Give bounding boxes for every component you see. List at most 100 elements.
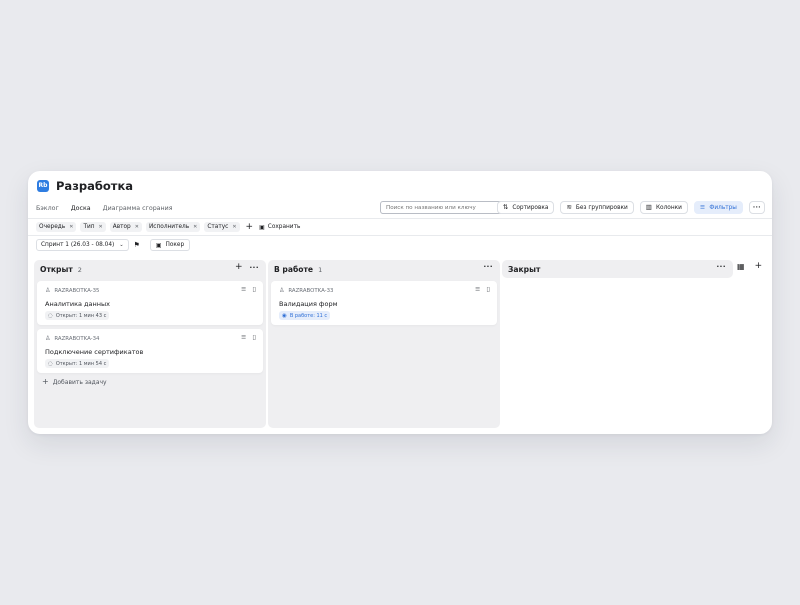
filter-chip-label: Тип bbox=[83, 224, 95, 230]
calendar-icon[interactable]: ▦ bbox=[737, 262, 745, 271]
status-text: Открыт: 1 мин 54 с bbox=[55, 360, 107, 367]
save-filter-label: Сохранить bbox=[267, 224, 301, 230]
column-actions: + ··· bbox=[235, 263, 259, 272]
grouping-label: Без группировки bbox=[575, 204, 628, 211]
tab-backlog[interactable]: Бэклог bbox=[36, 205, 59, 218]
close-icon[interactable]: ✕ bbox=[135, 224, 139, 230]
filter-chip-status[interactable]: Статус ✕ bbox=[204, 222, 240, 232]
column-count: 2 bbox=[77, 265, 82, 274]
status-open-icon: ◌ bbox=[48, 360, 53, 367]
close-icon[interactable]: ✕ bbox=[232, 224, 236, 230]
filters-label: Фильтры bbox=[709, 204, 737, 211]
close-icon[interactable]: ✕ bbox=[193, 224, 197, 230]
toolbar: ⇅ Сортировка ≋ Без группировки ▥ Колонки… bbox=[491, 201, 765, 214]
filter-chip-label: Исполнитель bbox=[148, 224, 190, 230]
filter-bar: Очередь ✕ Тип ✕ Автор ✕ Исполнитель ✕ Ст… bbox=[36, 222, 300, 232]
task-card[interactable]: ♙ RAZRABOTKA-35 ≡ ▯ Аналитика данных ◌ О… bbox=[37, 281, 263, 325]
flag-icon[interactable]: ⚑ bbox=[134, 241, 140, 249]
column-title: В работе bbox=[274, 265, 314, 274]
sort-button[interactable]: ⇅ Сортировка bbox=[496, 201, 555, 214]
tabs-divider bbox=[28, 218, 772, 219]
tab-burndown[interactable]: Диаграмма сгорания bbox=[103, 205, 173, 218]
card-key-text[interactable]: RAZRABOTKA-33 bbox=[288, 288, 333, 294]
column-actions: ··· bbox=[717, 263, 726, 271]
column-more-button[interactable]: ··· bbox=[717, 263, 726, 271]
column-header: В работе 1 bbox=[274, 265, 322, 274]
column-actions: ··· bbox=[484, 263, 493, 271]
card-key: ♙ RAZRABOTKA-33 bbox=[279, 287, 333, 294]
close-icon[interactable]: ✕ bbox=[99, 224, 103, 230]
add-column-button[interactable]: + bbox=[755, 262, 763, 271]
card-title[interactable]: Валидация форм bbox=[279, 300, 338, 308]
add-task-label: Добавить задачу bbox=[52, 378, 107, 386]
column-more-button[interactable]: ··· bbox=[250, 264, 259, 272]
save-filter-button[interactable]: ▣ Сохранить bbox=[259, 224, 300, 231]
filter-icon: ≡ bbox=[699, 203, 706, 212]
status-text: Открыт: 1 мин 43 с bbox=[55, 312, 107, 319]
document-icon: ▯ bbox=[252, 333, 256, 341]
plus-icon: + bbox=[42, 377, 49, 386]
column-more-button[interactable]: ··· bbox=[484, 263, 493, 271]
user-icon: ♙ bbox=[45, 335, 51, 342]
filter-chip-author[interactable]: Автор ✕ bbox=[109, 222, 142, 232]
more-button[interactable]: ··· bbox=[748, 201, 765, 214]
chevron-down-icon: ⌄ bbox=[119, 242, 124, 248]
add-card-button[interactable]: + bbox=[235, 263, 243, 272]
status-open-icon: ◌ bbox=[48, 312, 53, 319]
status-badge: ◌ Открыт: 1 мин 43 с bbox=[45, 311, 110, 320]
document-icon: ▯ bbox=[486, 285, 490, 293]
sort-label: Сортировка bbox=[512, 204, 549, 211]
column-header: Закрыт bbox=[508, 265, 540, 274]
close-icon[interactable]: ✕ bbox=[69, 224, 73, 230]
add-filter-button[interactable]: + bbox=[246, 222, 254, 232]
header: Rb Разработка bbox=[37, 179, 133, 193]
tab-board[interactable]: Доска bbox=[70, 205, 91, 219]
filters-button[interactable]: ≡ Фильтры bbox=[693, 201, 743, 214]
task-card[interactable]: ♙ RAZRABOTKA-33 ≡ ▯ Валидация форм ◉ В р… bbox=[271, 281, 497, 325]
save-icon: ▣ bbox=[259, 223, 265, 231]
grouping-button[interactable]: ≋ Без группировки bbox=[560, 201, 634, 214]
filter-chip-label: Автор bbox=[112, 224, 131, 230]
filter-chip-queue[interactable]: Очередь ✕ bbox=[36, 222, 77, 232]
column-header: Открыт 2 bbox=[40, 265, 82, 274]
board-side-tools: ▦ + bbox=[737, 262, 763, 272]
poker-label: Покер bbox=[165, 242, 185, 248]
poker-icon: ▣ bbox=[155, 241, 162, 249]
column-closed: Закрыт ··· bbox=[502, 260, 733, 278]
status-badge: ◌ Открыт: 1 мин 54 с bbox=[45, 359, 110, 368]
task-card[interactable]: ♙ RAZRABOTKA-34 ≡ ▯ Подключение сертифик… bbox=[37, 329, 263, 373]
status-text: В работе: 11 с bbox=[289, 312, 328, 319]
sprint-label: Спринт 1 (26.03 - 08.04) bbox=[41, 242, 115, 248]
layers-icon: ≋ bbox=[566, 203, 572, 212]
card-key-text[interactable]: RAZRABOTKA-34 bbox=[54, 336, 99, 342]
card-icons: ≡ ▯ bbox=[235, 334, 256, 341]
column-in-progress: В работе 1 ··· ♙ RAZRABOTKA-33 ≡ ▯ Валид… bbox=[268, 260, 500, 428]
poker-button[interactable]: ▣ Покер bbox=[149, 239, 191, 251]
column-title: Открыт bbox=[40, 265, 73, 274]
filter-chip-type[interactable]: Тип ✕ bbox=[80, 222, 106, 232]
user-icon: ♙ bbox=[279, 287, 285, 294]
page-title: Разработка bbox=[56, 179, 134, 193]
column-count: 1 bbox=[318, 265, 323, 274]
status-progress-icon: ◉ bbox=[282, 312, 287, 319]
sprint-select[interactable]: Спринт 1 (26.03 - 08.04) ⌄ bbox=[36, 239, 129, 251]
card-icons: ≡ ▯ bbox=[469, 286, 490, 293]
card-icons: ≡ ▯ bbox=[235, 286, 256, 293]
columns-icon: ▥ bbox=[645, 203, 652, 212]
priority-icon: ≡ bbox=[240, 285, 247, 293]
add-task-button[interactable]: + Добавить задачу bbox=[42, 378, 107, 386]
column-title: Закрыт bbox=[508, 265, 541, 274]
columns-button[interactable]: ▥ Колонки bbox=[639, 201, 688, 214]
card-key: ♙ RAZRABOTKA-35 bbox=[45, 287, 99, 294]
filter-chip-label: Статус bbox=[207, 224, 229, 230]
board-window: Rb Разработка Бэклог Доска Диаграмма сго… bbox=[28, 171, 772, 434]
column-open: Открыт 2 + ··· ♙ RAZRABOTKA-35 ≡ ▯ Анали… bbox=[34, 260, 266, 428]
app-logo[interactable]: Rb bbox=[37, 180, 49, 192]
card-key-text[interactable]: RAZRABOTKA-35 bbox=[54, 288, 99, 294]
card-title[interactable]: Подключение сертификатов bbox=[45, 348, 143, 356]
status-badge: ◉ В работе: 11 с bbox=[279, 311, 331, 320]
priority-icon: ≡ bbox=[240, 333, 247, 341]
card-title[interactable]: Аналитика данных bbox=[45, 300, 110, 308]
sort-icon: ⇅ bbox=[502, 203, 509, 212]
filter-chip-assignee[interactable]: Исполнитель ✕ bbox=[145, 222, 201, 232]
